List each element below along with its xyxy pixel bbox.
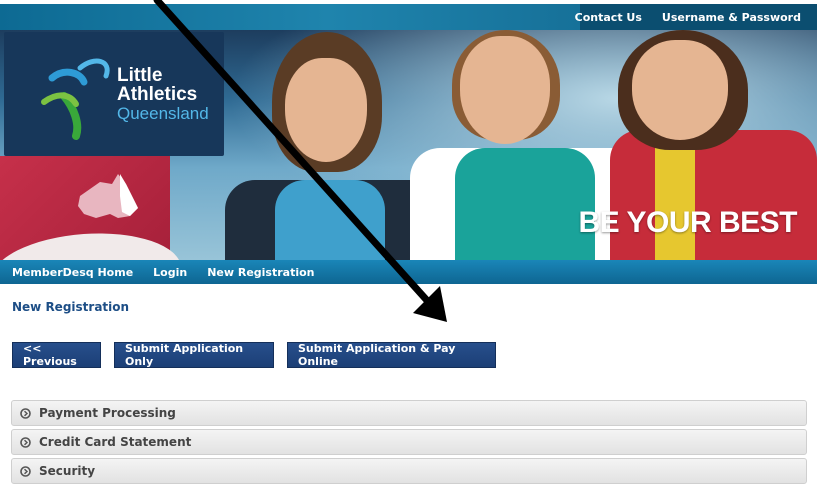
expand-circle-icon [20,465,31,477]
top-utility-bar: Contact Us Username & Password [0,4,817,30]
panel-credit-card-statement[interactable]: Credit Card Statement [11,429,807,455]
top-utility-links: Contact Us Username & Password [565,4,811,30]
banner-tagline: BE YOUR BEST [578,206,798,239]
panel-payment-processing[interactable]: Payment Processing [11,400,807,426]
site-logo[interactable]: Little Athletics Queensland [4,32,224,156]
photo-figure-2-face [460,36,550,144]
submit-and-pay-online-button[interactable]: Submit Application & Pay Online [287,342,496,368]
main-nav-bar: MemberDesq Home Login New Registration [0,260,817,284]
logo-text-athletics: Athletics [117,84,198,105]
panel-label: Security [39,464,96,478]
logo-text-queensland: Queensland [117,104,209,123]
expand-circle-icon [20,407,31,419]
nav-item-login[interactable]: Login [153,266,187,279]
photo-figure-1-face [285,58,367,162]
photo-figure-3-face [632,40,728,140]
logo-wordmark: Little Athletics Queensland [117,66,209,123]
submit-application-only-button[interactable]: Submit Application Only [114,342,274,368]
photo-figure-3-shirt [610,130,817,260]
nav-item-memberdesq-home[interactable]: MemberDesq Home [12,266,133,279]
page: Contact Us Username & Password Little At… [0,0,817,485]
header-banner: Little Athletics Queensland BE YOUR BEST [0,30,817,260]
panel-label: Credit Card Statement [39,435,192,449]
panel-security[interactable]: Security [11,458,807,484]
contact-us-link[interactable]: Contact Us [565,11,652,24]
nav-item-new-registration[interactable]: New Registration [207,266,314,279]
page-title: New Registration [12,300,130,314]
username-password-link[interactable]: Username & Password [652,11,811,24]
photo-figure-2-shirt-panel [455,148,595,260]
panel-label: Payment Processing [39,406,176,420]
australia-map-flag [0,156,182,260]
expand-circle-icon [20,436,31,448]
photo-figure-1-shirt-stripe [275,180,385,260]
previous-button[interactable]: << Previous [12,342,101,368]
logo-text-little: Little [117,65,163,86]
